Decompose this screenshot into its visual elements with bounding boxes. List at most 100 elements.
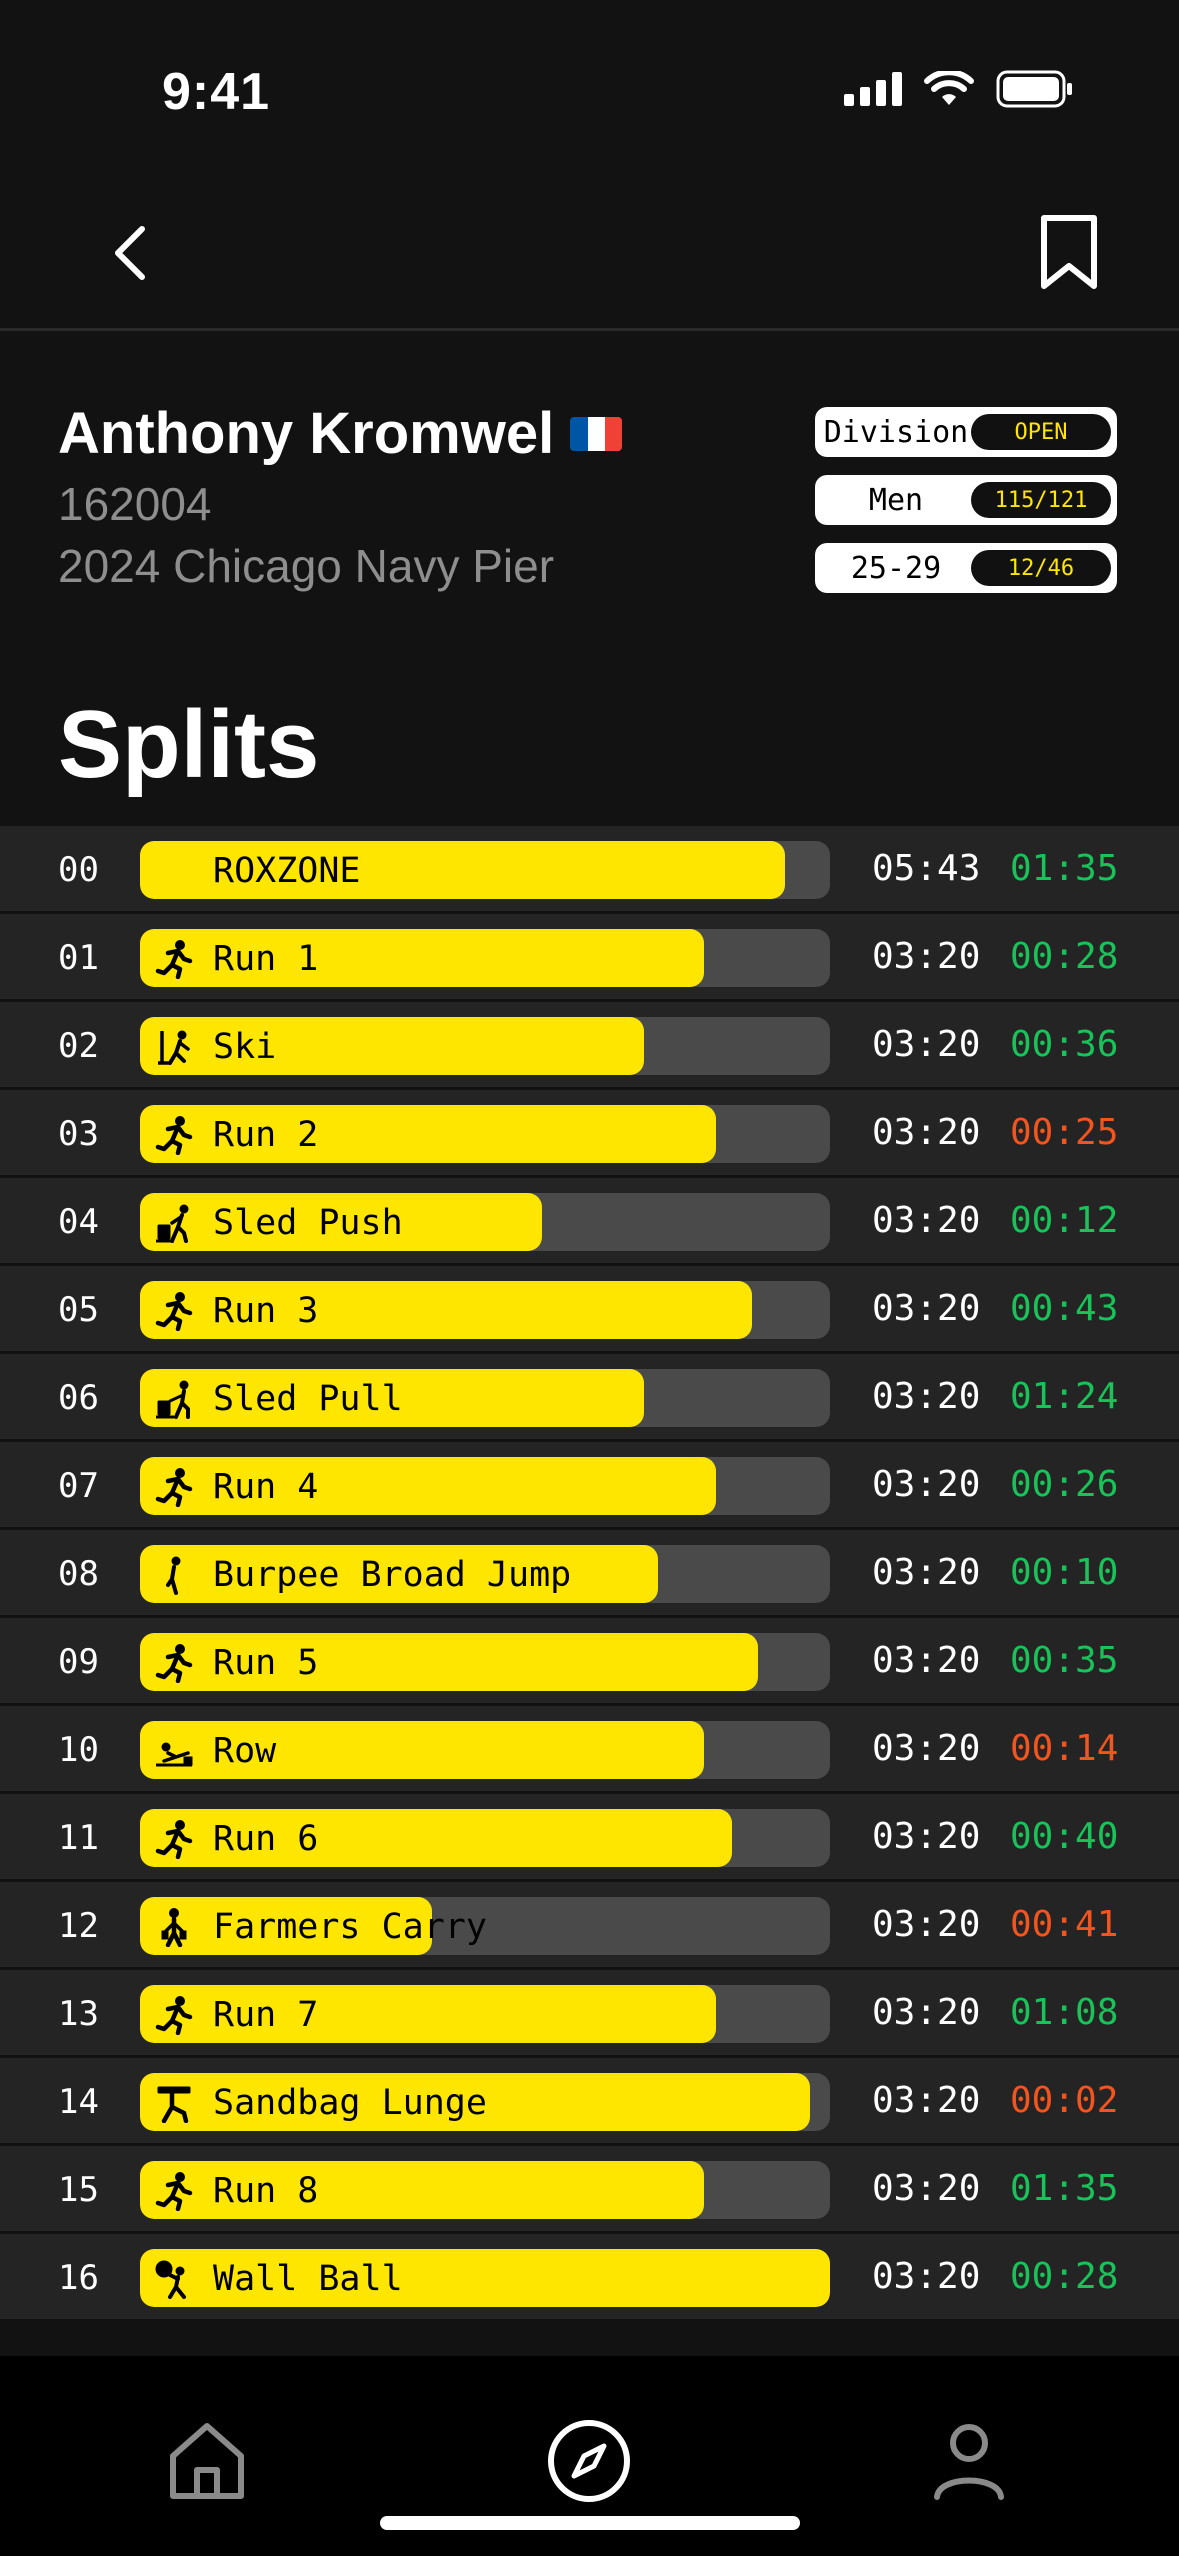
split-target-time: 03:20: [872, 1288, 981, 1329]
france-flag-icon: [570, 416, 623, 451]
split-name: Sled Push: [213, 1203, 403, 1243]
split-row[interactable]: 03 Run 2 03:20 00:25: [0, 1090, 1179, 1178]
split-progress-track: Run 4: [140, 1457, 830, 1515]
sandbag-lunge-icon: [157, 2086, 191, 2123]
tab-explore[interactable]: [534, 2406, 644, 2516]
status-icons: [844, 70, 1074, 108]
ranking-badges: Division OPEN Men 115/121 25-29 12/46: [815, 407, 1117, 611]
split-row[interactable]: 15 Run 8 03:20 01:35: [0, 2146, 1179, 2234]
split-progress-track: Farmers Carry: [140, 1897, 830, 1955]
badge-label: Men: [868, 482, 924, 518]
split-delta-time: 00:43: [1010, 1288, 1119, 1329]
split-row[interactable]: 02 Ski 03:20 00:36: [0, 1002, 1179, 1090]
age-group-rank-badge: 25-29 12/46: [815, 543, 1117, 593]
split-row[interactable]: 12 Farmers Carry 03:20 00:41: [0, 1882, 1179, 1970]
split-progress-track: Run 7: [140, 1985, 830, 2043]
split-progress-track: Sled Push: [140, 1193, 830, 1251]
chevron-left-icon: [115, 226, 145, 280]
split-index: 16: [58, 2258, 99, 2298]
split-target-time: 03:20: [872, 936, 981, 977]
split-row[interactable]: 06 Sled Pull 03:20 01:24: [0, 1354, 1179, 1442]
split-progress-track: Run 5: [140, 1633, 830, 1691]
split-index: 12: [58, 1906, 99, 1946]
split-index: 06: [58, 1378, 99, 1418]
split-index: 05: [58, 1290, 99, 1330]
ski-icon: [158, 1030, 190, 1065]
split-name: Sandbag Lunge: [213, 2083, 487, 2123]
split-target-time: 03:20: [872, 2256, 981, 2297]
split-index: 13: [58, 1994, 99, 2034]
split-delta-time: 01:35: [1010, 848, 1119, 889]
split-row[interactable]: 00 ROXZONE 05:43 01:35: [0, 826, 1179, 914]
row-icon: [156, 1742, 193, 1767]
split-target-time: 03:20: [872, 2168, 981, 2209]
split-index: 11: [58, 1818, 99, 1858]
run-icon: [155, 1292, 193, 1331]
run-icon: [155, 1468, 193, 1507]
split-name: Row: [213, 1731, 277, 1771]
split-index: 02: [58, 1026, 99, 1066]
split-row[interactable]: 05 Run 3 03:20 00:43: [0, 1266, 1179, 1354]
section-title: Splits: [58, 691, 320, 798]
split-delta-time: 01:08: [1010, 1992, 1119, 2033]
split-name: Run 6: [213, 1819, 319, 1859]
split-target-time: 03:20: [872, 1112, 981, 1153]
split-delta-time: 01:24: [1010, 1376, 1119, 1417]
tab-profile[interactable]: [914, 2406, 1024, 2516]
split-delta-time: 00:41: [1010, 1904, 1119, 1945]
split-row[interactable]: 08 Burpee Broad Jump 03:20 00:10: [0, 1530, 1179, 1618]
split-row[interactable]: 14 Sandbag Lunge 03:20 00:02: [0, 2058, 1179, 2146]
split-name: Sled Pull: [213, 1379, 403, 1419]
split-target-time: 03:20: [872, 1728, 981, 1769]
split-index: 10: [58, 1730, 99, 1770]
split-index: 15: [58, 2170, 99, 2210]
bookmark-button[interactable]: [1029, 202, 1109, 302]
split-progress-track: Run 2: [140, 1105, 830, 1163]
split-name: Run 8: [213, 2171, 319, 2211]
split-progress-track: Run 3: [140, 1281, 830, 1339]
farmers-carry-icon: [161, 1908, 187, 1947]
split-row[interactable]: 13 Run 7 03:20 01:08: [0, 1970, 1179, 2058]
split-target-time: 03:20: [872, 1816, 981, 1857]
athlete-header: Anthony Kromwel 162004 2024 Chicago Navy…: [58, 400, 623, 597]
split-row[interactable]: 01 Run 1 03:20 00:28: [0, 914, 1179, 1002]
split-delta-time: 00:25: [1010, 1112, 1119, 1153]
status-time: 9:41: [162, 63, 271, 121]
split-name: Run 7: [213, 1995, 319, 2035]
split-row[interactable]: 11 Run 6 03:20 00:40: [0, 1794, 1179, 1882]
wall-ball-icon: [155, 2260, 186, 2299]
split-row[interactable]: 10 Row 03:20 00:14: [0, 1706, 1179, 1794]
split-name: Run 2: [213, 1115, 319, 1155]
badge-value: OPEN: [971, 414, 1111, 450]
split-row[interactable]: 07 Run 4 03:20 00:26: [0, 1442, 1179, 1530]
split-progress-track: Burpee Broad Jump: [140, 1545, 830, 1603]
run-icon: [155, 1644, 193, 1683]
athlete-bib: 162004: [58, 478, 212, 530]
cellular-signal-icon: [844, 72, 902, 106]
split-progress-track: Run 6: [140, 1809, 830, 1867]
split-name: ROXZONE: [213, 851, 361, 891]
home-indicator: [380, 2516, 800, 2530]
split-delta-time: 00:26: [1010, 1464, 1119, 1505]
split-delta-time: 01:35: [1010, 2168, 1119, 2209]
split-target-time: 03:20: [872, 1640, 981, 1681]
tab-home[interactable]: [152, 2406, 262, 2516]
split-row[interactable]: 09 Run 5 03:20 00:35: [0, 1618, 1179, 1706]
status-bar: 9:41: [0, 0, 1179, 180]
split-target-time: 03:20: [872, 1992, 981, 2033]
split-delta-time: 00:36: [1010, 1024, 1119, 1065]
battery-icon: [996, 70, 1072, 108]
run-icon: [155, 940, 193, 979]
split-progress-track: Run 1: [140, 929, 830, 987]
split-progress-track: Wall Ball: [140, 2249, 830, 2307]
split-delta-time: 00:40: [1010, 1816, 1119, 1857]
split-row[interactable]: 16 Wall Ball 03:20 00:28: [0, 2234, 1179, 2322]
split-delta-time: 00:35: [1010, 1640, 1119, 1681]
splits-list: 00 ROXZONE 05:43 01:35 01 Run 1 03:20 00:28 02 Sk…: [0, 826, 1179, 2322]
split-progress-track: Sandbag Lunge: [140, 2073, 830, 2131]
sled-push-icon: [156, 1204, 189, 1243]
split-row[interactable]: 04 Sled Push 03:20 00:12: [0, 1178, 1179, 1266]
split-index: 00: [58, 850, 99, 890]
sled-pull-icon: [156, 1380, 190, 1419]
back-button[interactable]: [90, 208, 170, 298]
